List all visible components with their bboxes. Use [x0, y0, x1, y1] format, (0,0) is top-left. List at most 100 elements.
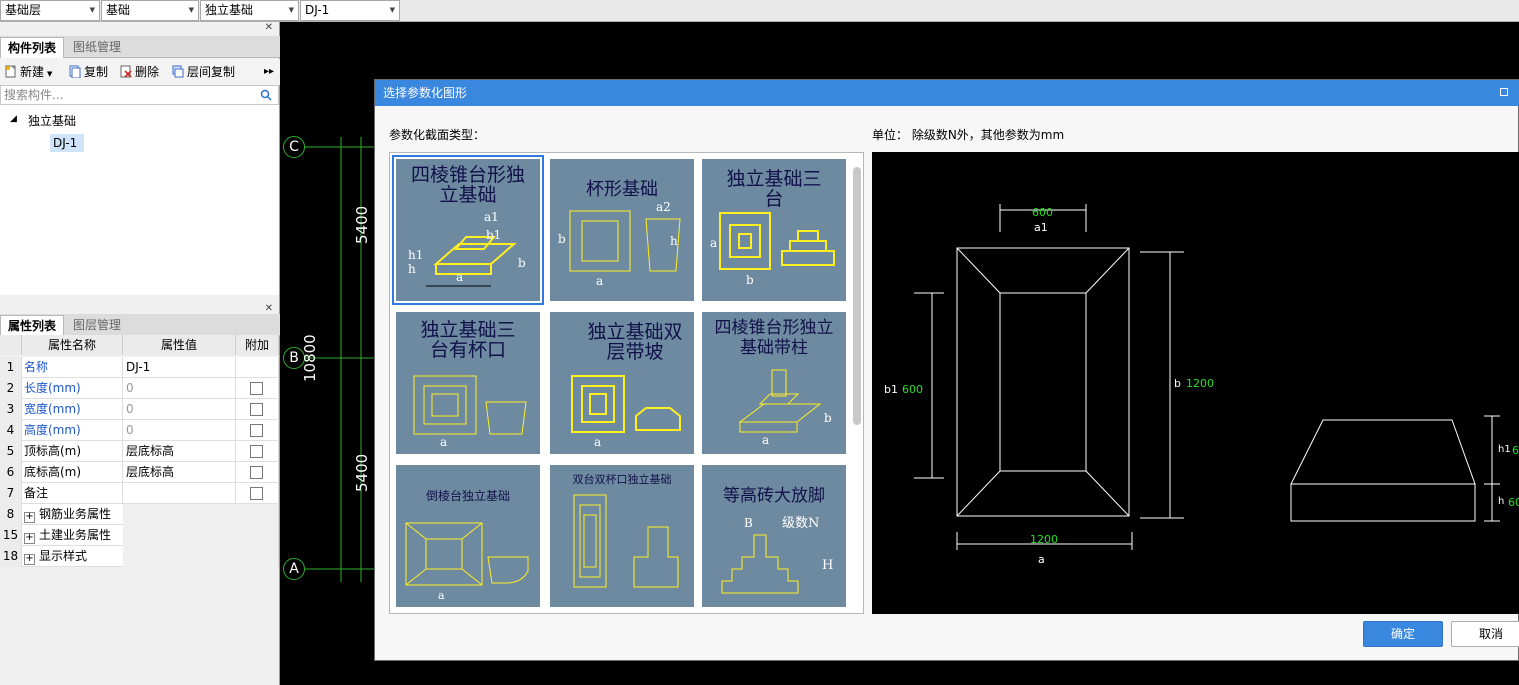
svg-text:a: a [594, 435, 601, 449]
frustum-with-column-icon: a b [738, 369, 832, 447]
table-row[interactable]: 2 长度(mm) 0 [0, 378, 279, 399]
component-select[interactable]: DJ-1 ▼ [300, 0, 400, 21]
ok-button[interactable]: 确定 [1363, 621, 1443, 647]
shape-tile-frustum-with-column[interactable]: 四棱锥台形独立基础带柱 a b [702, 312, 846, 454]
category-select[interactable]: 基础 ▼ [101, 0, 199, 21]
svg-text:级数N: 级数N [782, 516, 819, 531]
table-row[interactable]: 7 备注 [0, 483, 279, 504]
maximize-icon[interactable] [1500, 88, 1508, 96]
checkbox[interactable] [250, 382, 263, 395]
copy-button[interactable]: 复制 [69, 64, 108, 80]
checkbox[interactable] [250, 424, 263, 437]
close-icon[interactable]: ✕ [265, 303, 273, 314]
delete-button[interactable]: 删除 [120, 64, 159, 80]
checkbox[interactable] [250, 466, 263, 479]
shape-preview: 600 a1 b1 600 b 1200 1200 a h1 6 h 60 [872, 152, 1519, 614]
svg-text:b: b [746, 273, 754, 287]
svg-text:b: b [824, 411, 832, 425]
chevron-down-icon: ▼ [47, 70, 53, 78]
col-additional: 附加 [236, 335, 279, 355]
axis-bubble-c[interactable]: C [283, 136, 305, 158]
shape-tile-brick-footing[interactable]: 等高砖大放脚 B H 级数N [702, 465, 846, 607]
table-row[interactable]: 5 顶标高(m) 层底标高 [0, 441, 279, 462]
expand-triangle-icon[interactable]: ◢ [10, 114, 17, 124]
chevron-down-icon: ▼ [288, 6, 294, 14]
delete-icon [120, 65, 132, 78]
preview-a-value: 1200 [1030, 533, 1058, 546]
component-tabs: 构件列表 图纸管理 [0, 36, 280, 58]
expand-plus-icon[interactable]: + [24, 554, 35, 565]
checkbox[interactable] [250, 403, 263, 416]
table-row[interactable]: 18 + 显示样式 [0, 546, 279, 567]
svg-text:a2: a2 [656, 200, 671, 214]
dim-label-top: 5400 [353, 205, 371, 244]
table-row[interactable]: 8 + 钢筋业务属性 [0, 504, 279, 525]
tree-item-dj1[interactable]: DJ-1 [50, 134, 84, 152]
table-row[interactable]: 3 宽度(mm) 0 [0, 399, 279, 420]
tab-component-list[interactable]: 构件列表 [0, 37, 65, 58]
table-row[interactable]: 15 + 土建业务属性 [0, 525, 279, 546]
svg-text:b: b [558, 232, 566, 246]
preview-a1-label: a1 [1034, 221, 1048, 234]
component-toolbar: 新建 ▼ 复制 删除 层间复制 ▸▸ [0, 59, 280, 85]
svg-text:H: H [822, 558, 833, 573]
dim-label-total: 10800 [301, 334, 319, 382]
type-select[interactable]: 独立基础 ▼ [200, 0, 299, 21]
expand-plus-icon[interactable]: + [24, 512, 35, 523]
three-step-icon: b a [710, 212, 835, 287]
shape-tile-three-step-cup[interactable]: 独立基础三台有杯口 a [396, 312, 540, 454]
checkbox[interactable] [250, 487, 263, 500]
tree-category[interactable]: 独立基础 [28, 112, 76, 129]
svg-text:b1: b1 [486, 228, 501, 242]
floor-select[interactable]: 基础层 ▼ [0, 0, 100, 21]
shape-tile-double-slope[interactable]: 独立基础双层带坡 a [550, 312, 694, 454]
double-slope-icon: a [571, 375, 681, 449]
shape-tile-inverted-frustum[interactable]: 倒棱台独立基础 a [396, 465, 540, 607]
section-type-label: 参数化截面类型： [389, 128, 486, 142]
col-property-name: 属性名称 [22, 335, 123, 355]
shape-gallery: 四棱锥台形独立基础 a a1 b1 b h1 h 杯形基础 b a a2 h 独… [389, 152, 864, 614]
svg-text:a: a [456, 270, 463, 284]
close-icon[interactable]: ✕ [265, 22, 273, 33]
search-input[interactable]: 搜索构件... [0, 85, 279, 105]
property-table-header: 属性名称 属性值 附加 [0, 335, 279, 355]
svg-text:h: h [408, 262, 416, 276]
table-row[interactable]: 1 名称 DJ-1 [0, 357, 279, 378]
gallery-scrollbar[interactable] [853, 167, 861, 425]
preview-b-value: 1200 [1186, 377, 1214, 390]
new-button[interactable]: 新建 ▼ [5, 64, 52, 80]
floor-copy-icon [172, 65, 184, 78]
tab-drawing-manager[interactable]: 图纸管理 [66, 37, 128, 58]
table-row[interactable]: 4 高度(mm) 0 [0, 420, 279, 441]
inverted-frustum-icon: a [405, 522, 529, 602]
shape-tile-double-cup[interactable]: 双台双杯口独立基础 [550, 465, 694, 607]
tab-property-list[interactable]: 属性列表 [0, 315, 65, 336]
chevron-down-icon: ▼ [89, 6, 95, 14]
preview-a-label: a [1038, 553, 1045, 566]
svg-text:B: B [744, 516, 753, 530]
svg-text:a1: a1 [484, 210, 499, 224]
preview-h1-value: 6 [1512, 444, 1519, 457]
axis-bubble-a[interactable]: A [283, 558, 305, 580]
tab-layer-manager[interactable]: 图层管理 [66, 315, 128, 336]
brick-footing-icon: B H 级数N [721, 516, 833, 594]
pyramid-frustum-icon: a a1 b1 b h1 h [408, 210, 526, 287]
col-property-value: 属性值 [123, 335, 236, 355]
shape-tile-three-step[interactable]: 独立基础三台 b a [702, 159, 846, 301]
copy-icon [69, 65, 81, 79]
preview-h1-label: h1 [1498, 444, 1511, 455]
parametric-shape-dialog: 选择参数化图形 参数化截面类型： 单位： 除级数N外，其他参数为mm 四棱锥台形… [374, 79, 1519, 661]
cancel-button[interactable]: 取消 [1451, 621, 1519, 647]
floor-copy-button[interactable]: 层间复制 [172, 64, 235, 80]
preview-h-label: h [1498, 496, 1505, 507]
table-row[interactable]: 6 底标高(m) 层底标高 [0, 462, 279, 483]
preview-a1-value: 600 [1032, 206, 1053, 219]
more-icon[interactable]: ▸▸ [264, 64, 274, 80]
svg-text:h: h [670, 234, 678, 248]
shape-tile-pyramid-frustum[interactable]: 四棱锥台形独立基础 a a1 b1 b h1 h [392, 155, 544, 305]
svg-text:a: a [710, 236, 717, 250]
expand-plus-icon[interactable]: + [24, 533, 35, 544]
shape-tile-cup-foundation[interactable]: 杯形基础 b a a2 h [550, 159, 694, 301]
checkbox[interactable] [250, 445, 263, 458]
component-tree: ◢ 独立基础 DJ-1 [0, 105, 279, 295]
